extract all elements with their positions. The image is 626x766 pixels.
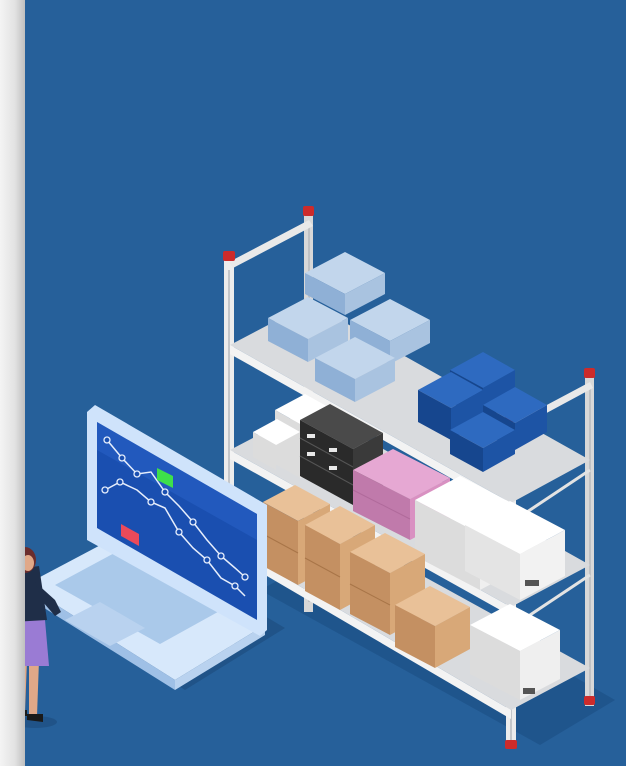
warehouse-illustration [25, 0, 626, 766]
cap-back-right [584, 368, 595, 378]
cap-front-left [223, 251, 235, 261]
cap-back-left [303, 206, 314, 216]
illustration-frame [0, 0, 626, 766]
foot-front-right [505, 740, 517, 749]
foot-back-right [584, 696, 595, 705]
person-skirt [25, 620, 49, 666]
left-border-strip [0, 0, 25, 766]
warehouse-scene-svg [25, 0, 626, 766]
